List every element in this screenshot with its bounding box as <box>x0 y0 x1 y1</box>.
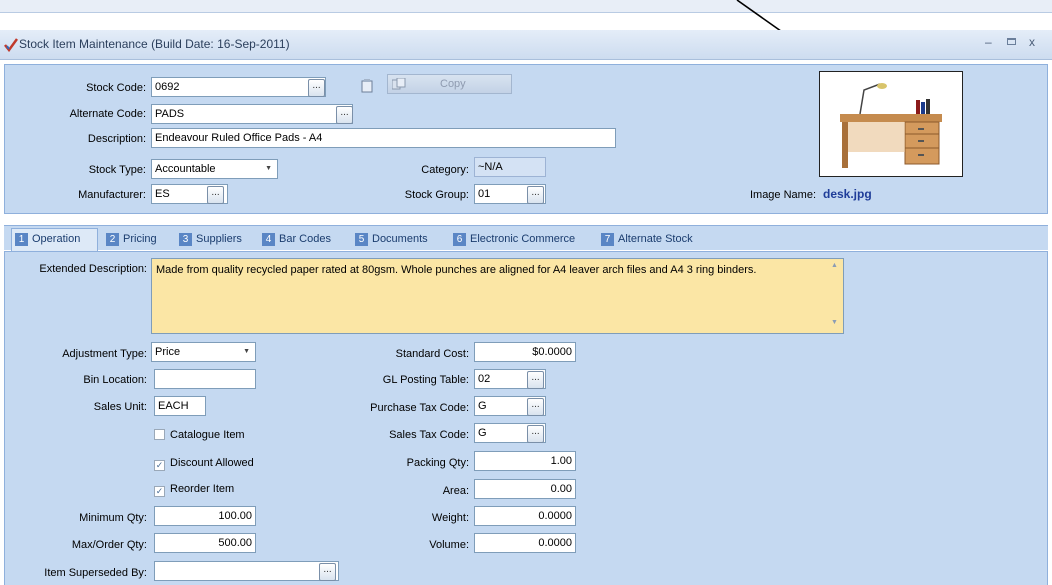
tab-alternate-stock[interactable]: 7 Alternate Stock <box>601 230 693 248</box>
max-order-qty-input[interactable]: 500.00 <box>154 533 256 553</box>
max-order-qty-label: Max/Order Qty: <box>71 539 147 551</box>
sales-unit-input[interactable]: EACH <box>154 396 206 416</box>
area-label: Area: <box>442 485 469 497</box>
standard-cost-label: Standard Cost: <box>395 348 469 360</box>
stock-type-label: Stock Type: <box>88 164 146 176</box>
gl-posting-table-label: GL Posting Table: <box>382 374 469 386</box>
description-input[interactable]: Endeavour Ruled Office Pads - A4 <box>151 128 616 148</box>
stock-code-label: Stock Code: <box>86 82 146 94</box>
alternate-code-input[interactable]: PADS <box>151 104 353 124</box>
manufacturer-lookup-button[interactable]: ... <box>207 186 224 204</box>
sales-unit-label: Sales Unit: <box>93 401 147 413</box>
stock-code-lookup-button[interactable]: ... <box>308 79 325 97</box>
bin-location-input[interactable] <box>154 369 256 389</box>
description-label: Description: <box>87 133 146 145</box>
tab-documents[interactable]: 5 Documents <box>355 230 428 248</box>
standard-cost-input[interactable]: $0.0000 <box>474 342 576 362</box>
close-button[interactable]: x <box>1029 35 1035 49</box>
weight-input[interactable]: 0.0000 <box>474 506 576 526</box>
tab-suppliers[interactable]: 3 Suppliers <box>179 230 242 248</box>
alternate-code-label: Alternate Code: <box>69 108 146 120</box>
gl-posting-lookup-button[interactable]: ... <box>527 371 544 389</box>
sales-tax-code-label: Sales Tax Code: <box>389 429 469 441</box>
volume-input[interactable]: 0.0000 <box>474 533 576 553</box>
category-label: Category: <box>421 164 469 176</box>
chevron-down-icon: ▼ <box>265 165 272 172</box>
copy-icon <box>392 78 406 90</box>
desk-icon <box>840 83 942 168</box>
image-name-value: desk.jpg <box>823 187 872 201</box>
category-input[interactable]: ~N/A <box>474 157 546 177</box>
chevron-down-icon: ▼ <box>243 348 250 355</box>
adjustment-type-select[interactable]: Price ▼ <box>151 342 256 362</box>
item-superseded-lookup-button[interactable]: ... <box>319 563 336 581</box>
reorder-item-checkbox[interactable]: ✓ Reorder Item <box>154 482 234 497</box>
tab-pricing[interactable]: 2 Pricing <box>106 230 157 248</box>
stock-type-select[interactable]: Accountable ▼ <box>151 159 278 179</box>
stock-code-input[interactable]: 0692 <box>151 77 326 97</box>
scroll-up-icon[interactable]: ▲ <box>831 262 838 269</box>
minimize-button[interactable]: – <box>985 35 992 49</box>
tab-electronic-commerce[interactable]: 6 Electronic Commerce <box>453 230 575 248</box>
extended-description-label: Extended Description: <box>39 263 147 275</box>
area-input[interactable]: 0.00 <box>474 479 576 499</box>
checkmark-icon: ✓ <box>154 486 165 497</box>
title-bar: Stock Item Maintenance (Build Date: 16-S… <box>0 30 1052 60</box>
volume-label: Volume: <box>429 539 469 551</box>
window-title: Stock Item Maintenance (Build Date: 16-S… <box>19 37 290 51</box>
clipboard-icon[interactable] <box>361 79 373 93</box>
alternate-code-lookup-button[interactable]: ... <box>336 106 353 124</box>
extended-description-input[interactable]: Made from quality recycled paper rated a… <box>151 258 844 334</box>
bin-location-label: Bin Location: <box>83 374 147 386</box>
minimum-qty-input[interactable]: 100.00 <box>154 506 256 526</box>
copy-label: Copy <box>440 78 466 90</box>
adjustment-type-label: Adjustment Type: <box>62 348 147 360</box>
purchase-tax-lookup-button[interactable]: ... <box>527 398 544 416</box>
scroll-down-icon[interactable]: ▼ <box>831 319 838 326</box>
checkmark-icon: ✓ <box>154 460 165 471</box>
extended-description-text: Made from quality recycled paper rated a… <box>156 264 757 276</box>
checkbox-box <box>154 429 165 440</box>
weight-label: Weight: <box>431 512 469 524</box>
scrollbar[interactable]: ▲ ▼ <box>827 259 843 333</box>
purchase-tax-code-label: Purchase Tax Code: <box>370 402 469 414</box>
stock-group-label: Stock Group: <box>404 189 469 201</box>
tab-operation[interactable]: 1 Operation <box>15 230 80 248</box>
checkmark-icon <box>4 38 18 52</box>
minimum-qty-label: Minimum Qty: <box>79 512 147 524</box>
catalogue-item-checkbox[interactable]: Catalogue Item <box>154 428 245 442</box>
stock-group-lookup-button[interactable]: ... <box>527 186 544 204</box>
item-superseded-by-label: Item Superseded By: <box>44 567 147 579</box>
packing-qty-input[interactable]: 1.00 <box>474 451 576 471</box>
tab-bar-codes[interactable]: 4 Bar Codes <box>262 230 331 248</box>
maximize-button[interactable] <box>1007 38 1016 45</box>
copy-button[interactable]: Copy <box>387 74 512 94</box>
manufacturer-label: Manufacturer: <box>78 189 146 201</box>
product-image <box>819 71 963 177</box>
packing-qty-label: Packing Qty: <box>406 457 469 469</box>
stock-type-value: Accountable <box>155 163 216 175</box>
image-name-label: Image Name: <box>749 189 816 201</box>
adjustment-type-value: Price <box>155 346 181 358</box>
item-superseded-by-input[interactable] <box>154 561 339 581</box>
sales-tax-lookup-button[interactable]: ... <box>527 425 544 443</box>
discount-allowed-checkbox[interactable]: ✓ Discount Allowed <box>154 456 254 471</box>
